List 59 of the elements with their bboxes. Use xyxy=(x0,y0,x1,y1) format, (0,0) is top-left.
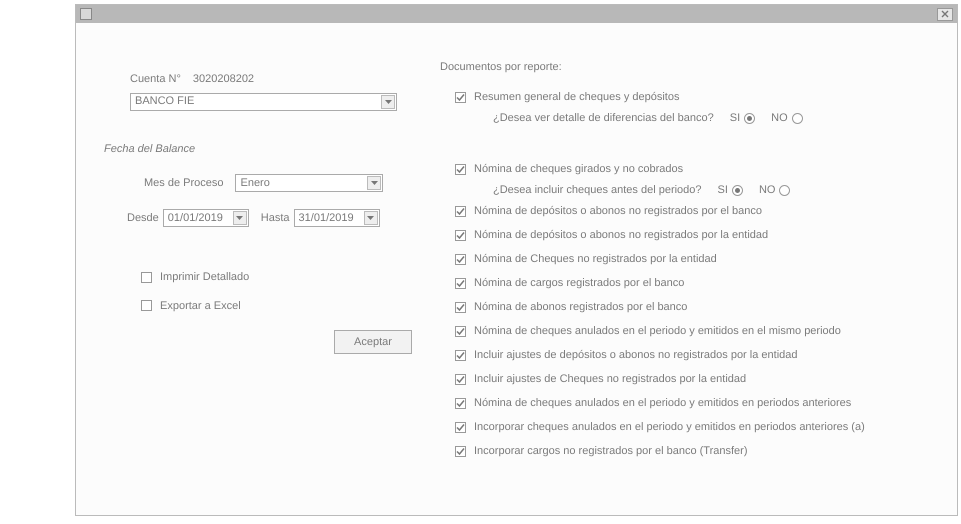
account-label: Cuenta N° xyxy=(130,72,181,87)
close-button[interactable] xyxy=(937,8,953,20)
report-option-label: Nómina de abonos registrados por el banco xyxy=(474,300,688,316)
checkbox[interactable] xyxy=(141,272,152,283)
checkbox[interactable] xyxy=(455,350,466,361)
choice-label: NO xyxy=(771,111,788,126)
checkbox[interactable] xyxy=(455,206,466,217)
report-option-label: Nómina de cheques girados y no cobrados xyxy=(474,162,684,178)
to-label: Hasta xyxy=(260,210,290,226)
choice-label: SI xyxy=(718,183,728,198)
report-option-label: Nómina de cheques anulados en el periodo y emitidos en periodos anteriores xyxy=(474,396,852,412)
bank-dropdown[interactable]: BANCO FIE xyxy=(130,92,397,110)
checkbox[interactable] xyxy=(455,446,466,457)
option-label: Imprimir Detallado xyxy=(160,270,250,285)
month-dropdown[interactable]: Enero xyxy=(235,174,384,192)
choice-label: NO xyxy=(758,183,776,198)
accept-button[interactable]: Aceptar xyxy=(334,330,412,354)
report-option-label: Incluir ajustes de depósitos o abonos no registrados por la entidad xyxy=(474,348,798,364)
close-icon xyxy=(941,10,949,18)
radio-button[interactable] xyxy=(732,185,743,196)
report-option-label: Nómina de cheques anulados en el periodo y emitidos en el mismo periodo xyxy=(474,324,841,340)
checkbox[interactable] xyxy=(455,374,466,385)
report-option-label: Incluir ajustes de Cheques no registrados por la entidad xyxy=(474,372,746,388)
section-label: Fecha del Balance xyxy=(104,142,196,156)
month-label: Mes de Proceso xyxy=(144,176,224,191)
from-date-picker[interactable]: 01/01/2019 xyxy=(162,209,249,227)
combo-value: Enero xyxy=(240,176,270,191)
checkbox[interactable] xyxy=(455,326,466,337)
radio-button[interactable] xyxy=(779,185,790,196)
to-date-picker[interactable]: 31/01/2019 xyxy=(294,209,380,227)
radio-button[interactable] xyxy=(744,113,756,124)
report-option-label: Nómina de Cheques no registrados por la entidad xyxy=(474,252,717,268)
combo-value: BANCO FIE xyxy=(135,94,194,110)
reports-heading: Documentos por reporte: xyxy=(440,60,563,75)
report-option-label: Incorporar cargos no registrados por el banco (Transfer) xyxy=(474,444,748,460)
checkbox[interactable] xyxy=(455,92,466,103)
checkbox[interactable] xyxy=(455,254,466,265)
option-label: Exportar a Excel xyxy=(160,298,241,314)
question-text: ¿Desea ver detalle de diferencias del banco? xyxy=(493,111,714,126)
checkbox[interactable] xyxy=(455,164,466,175)
report-option-label: Nómina de depósitos o abonos no registrados por la entidad xyxy=(474,228,768,244)
radio-button[interactable] xyxy=(792,113,803,124)
combo-value: 31/01/2019 xyxy=(298,210,354,226)
report-option-label: Nómina de cargos registrados por el banco xyxy=(474,276,684,292)
from-label: Desde xyxy=(127,210,159,226)
combo-value: 01/01/2019 xyxy=(168,210,223,226)
checkbox[interactable] xyxy=(455,278,466,289)
checkbox[interactable] xyxy=(455,398,466,409)
report-option-label: Incorporar cheques anulados en el periodo y emitidos en periodos anteriores (a) xyxy=(474,420,865,436)
report-option-label: Nómina de depósitos o abonos no registrados por el banco xyxy=(474,204,762,220)
checkbox[interactable] xyxy=(455,230,466,241)
checkbox[interactable] xyxy=(455,422,466,433)
window-icon xyxy=(80,8,92,20)
question-text: ¿Desea incluir cheques antes del periodo? xyxy=(493,183,702,198)
account-number: 3020208202 xyxy=(192,72,254,87)
report-option-label: Resumen general de cheques y depósitos xyxy=(474,90,680,106)
checkbox[interactable] xyxy=(455,302,466,313)
checkbox[interactable] xyxy=(141,300,152,312)
choice-label: SI xyxy=(730,111,740,126)
